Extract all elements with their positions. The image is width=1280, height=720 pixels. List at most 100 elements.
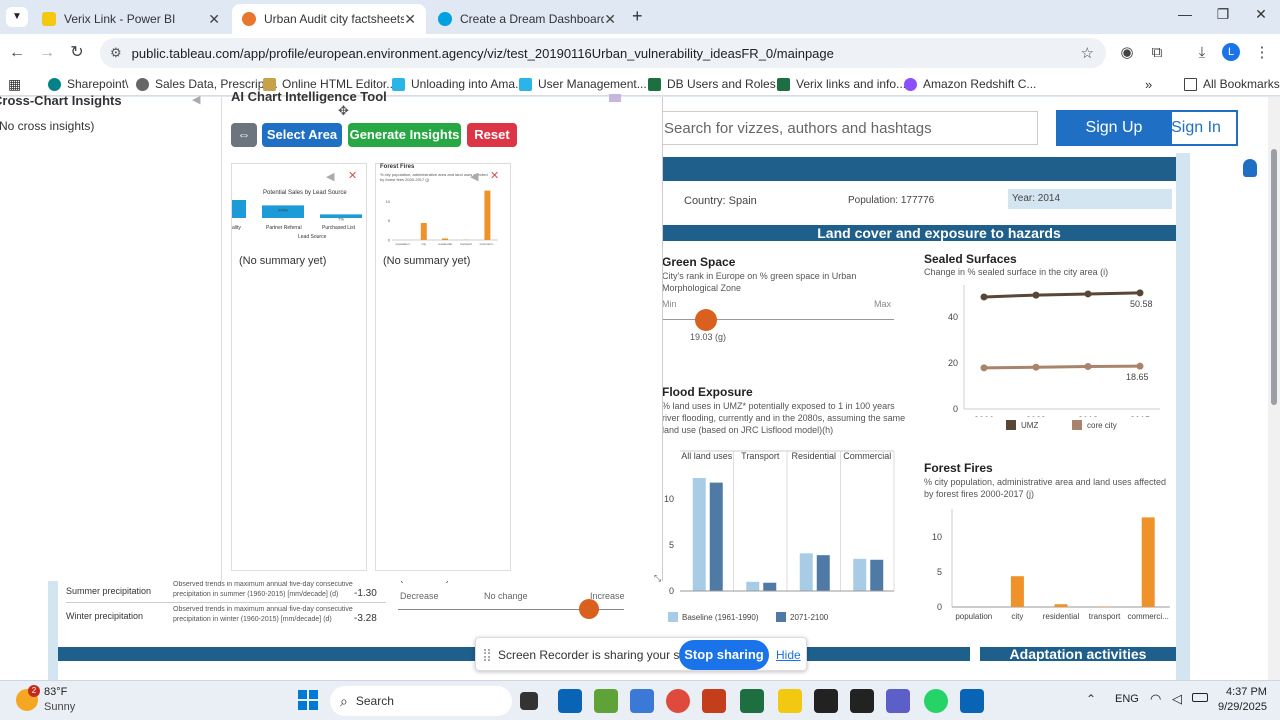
chart-card: Forest Fires % city population, administ… xyxy=(375,163,511,571)
sign-in-button[interactable]: Sign In xyxy=(1154,110,1238,146)
teams-icon[interactable] xyxy=(886,689,910,713)
task-view-icon[interactable] xyxy=(520,692,538,710)
flood-category-label: All land uses xyxy=(681,451,733,461)
taskbar-search[interactable]: ⌕ Search xyxy=(330,686,512,716)
app-icon[interactable] xyxy=(630,689,654,713)
extensions-puzzle-icon[interactable]: ⧉ xyxy=(1145,42,1169,64)
search-input[interactable]: Search for vizzes, authors and hashtags xyxy=(660,111,1038,145)
winter-precip-value: -3.28 xyxy=(354,613,377,624)
download-icon[interactable]: ⤓ xyxy=(1190,42,1214,64)
forward-button[interactable]: → xyxy=(36,42,58,64)
thumb-fires-label: city xyxy=(422,242,427,246)
minimize-icon[interactable] xyxy=(609,94,621,102)
scrollbar[interactable] xyxy=(1268,97,1280,680)
sealed-legend-umz-swatch xyxy=(1006,420,1016,430)
remove-card-icon[interactable]: ✕ xyxy=(490,169,499,182)
back-button[interactable]: ← xyxy=(6,42,28,64)
terminal-icon[interactable] xyxy=(814,689,838,713)
language-indicator[interactable]: ENG xyxy=(1115,693,1139,705)
speaker-icon[interactable]: ◀ xyxy=(192,93,200,106)
move-icon[interactable]: ✥ xyxy=(338,103,349,119)
summer-precip-desc1: Observed trends in maximum annual five-d… xyxy=(173,581,353,588)
sealed-point xyxy=(1032,291,1040,299)
site-info-icon[interactable]: ⚙ xyxy=(110,45,122,61)
thumb-fires-label: residential xyxy=(438,242,452,246)
bookmark-db-users[interactable]: DB Users and Roles... xyxy=(648,75,786,93)
flood-legend-baseline-swatch xyxy=(668,612,678,622)
address-bar[interactable]: ⚙ public.tableau.com/app/profile/europea… xyxy=(100,38,1106,68)
select-area-button[interactable]: Select Area xyxy=(262,123,342,147)
speaker-icon[interactable]: ◀ xyxy=(326,170,334,183)
flood-bar xyxy=(763,582,777,591)
fires-bar xyxy=(1141,517,1155,607)
chrome-icon[interactable] xyxy=(666,689,690,713)
close-icon[interactable]: ✕ xyxy=(208,11,220,28)
lightbulb-icon[interactable] xyxy=(1243,159,1257,177)
flood-desc2: river flooding, currently and in the 208… xyxy=(662,413,906,423)
bookmark-verix-links[interactable]: Verix links and info... xyxy=(777,75,906,93)
flood-ytick: 0 xyxy=(669,586,674,596)
bookmark-star-icon[interactable]: ☆ xyxy=(1081,44,1094,62)
close-icon[interactable]: ✕ xyxy=(604,11,616,28)
flood-bar xyxy=(799,553,813,591)
sealed-point xyxy=(1084,290,1092,298)
battery-icon[interactable] xyxy=(1192,693,1208,702)
bookmark-sharepoint[interactable]: Sharepoint\ xyxy=(48,75,128,93)
minimize-button[interactable]: — xyxy=(1170,6,1200,22)
new-tab-button[interactable]: + xyxy=(632,6,643,27)
wifi-icon[interactable]: ◠ xyxy=(1150,691,1161,707)
app-icon[interactable] xyxy=(960,689,984,713)
flood-bar xyxy=(692,478,706,591)
ai-chart-tool-panel: AI Chart Intelligence Tool ✥ ⇔ Select Ar… xyxy=(222,89,663,584)
all-bookmarks[interactable]: All Bookmarks xyxy=(1184,75,1280,93)
windows-start-icon[interactable] xyxy=(298,690,318,710)
hide-link[interactable]: Hide xyxy=(776,648,801,662)
thumb-fires-ytick: 10 xyxy=(386,199,391,204)
outlook-icon[interactable] xyxy=(558,689,582,713)
extension-icon[interactable]: ◉ xyxy=(1115,42,1139,64)
bookmark-redshift[interactable]: Amazon Redshift C... xyxy=(904,75,1036,93)
clock-date[interactable]: 9/29/2025 xyxy=(1218,701,1267,713)
stop-sharing-button[interactable]: Stop sharing xyxy=(679,640,769,670)
bookmark-unloading[interactable]: Unloading into Ama... xyxy=(392,75,525,93)
toggle-width-button[interactable]: ⇔ xyxy=(231,123,257,147)
maximize-button[interactable]: ❐ xyxy=(1208,6,1238,23)
flood-bar xyxy=(746,581,760,591)
profile-avatar[interactable]: L xyxy=(1222,43,1240,61)
clock-time[interactable]: 4:37 PM xyxy=(1226,686,1267,698)
flood-exposure-chart: All land uses Transport Residential Commerc… xyxy=(664,450,895,596)
tray-chevron-icon[interactable]: ⌃ xyxy=(1086,692,1096,706)
reload-button[interactable]: ↻ xyxy=(66,42,88,64)
excel-icon[interactable] xyxy=(740,689,764,713)
tab-title: Create a Dream Dashboard for xyxy=(460,12,605,26)
flood-legend-future: 2071-2100 xyxy=(790,613,829,622)
resize-handle[interactable]: ⤡ xyxy=(654,573,661,584)
tab-powerbi[interactable]: Verix Link - Power BI ✕ xyxy=(32,4,230,34)
flood-desc1: % land uses in UMZ* potentially exposed … xyxy=(662,401,895,411)
year-label[interactable]: Year: 2014 xyxy=(1008,189,1172,209)
menu-icon[interactable]: ⋮ xyxy=(1250,42,1274,64)
address-row: ← → ↻ ⚙ public.tableau.com/app/profile/e… xyxy=(0,34,1280,72)
sealed-legend-umz: UMZ xyxy=(1021,421,1039,430)
file-explorer-icon[interactable] xyxy=(778,689,802,713)
bookmark-user-management[interactable]: User Management... xyxy=(519,75,647,93)
apps-icon[interactable]: ▦ xyxy=(8,75,21,93)
close-icon[interactable]: ✕ xyxy=(404,11,416,28)
sealed-ytick: 0 xyxy=(953,404,958,414)
generate-insights-button[interactable]: Generate Insights xyxy=(348,123,461,147)
scrollbar-thumb[interactable] xyxy=(1271,149,1277,405)
powerpoint-icon[interactable] xyxy=(702,689,726,713)
tab-dream-dashboard[interactable]: Create a Dream Dashboard for ✕ xyxy=(428,4,626,34)
app-icon[interactable] xyxy=(850,689,874,713)
close-window-button[interactable]: ✕ xyxy=(1246,6,1276,23)
tab-search-button[interactable]: ▼ xyxy=(6,7,28,27)
volume-icon[interactable]: ◁ xyxy=(1172,691,1182,707)
drag-handle-icon[interactable] xyxy=(484,649,490,661)
more-bookmarks-icon[interactable]: » xyxy=(1145,75,1152,93)
weather-desc: Sunny xyxy=(44,701,76,713)
tab-urban-audit[interactable]: Urban Audit city factsheets for ✕ xyxy=(232,4,426,34)
whatsapp-icon[interactable] xyxy=(924,689,948,713)
app-icon[interactable] xyxy=(594,689,618,713)
remove-card-icon[interactable]: ✕ xyxy=(348,169,357,182)
reset-button[interactable]: Reset xyxy=(467,123,517,147)
